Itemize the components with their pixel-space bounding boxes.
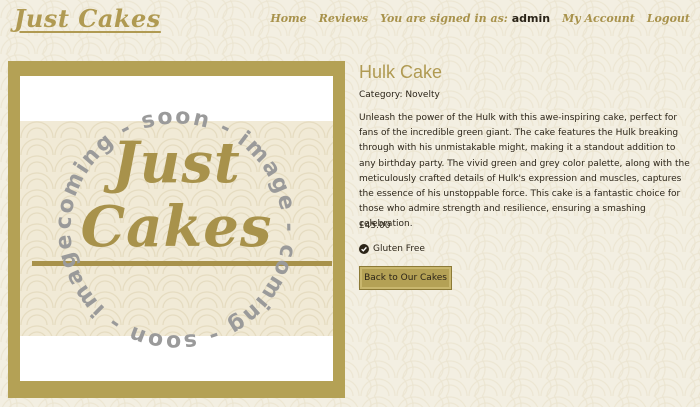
product-price: £45.00 [359,221,391,231]
signed-in-label: You are signed in as: [380,12,508,25]
product-title: Hulk Cake [359,62,443,82]
product-image: Just Cakes coming - soon - image - comin… [8,61,345,398]
nav-home-link[interactable]: Home [270,12,306,25]
signed-in-username: admin [511,12,551,25]
nav-logout-link[interactable]: Logout [647,12,690,25]
nav-reviews-link[interactable]: Reviews [319,12,368,25]
dietary-label: Gluten Free [373,244,425,254]
stamp-text: coming - soon - image - coming - soon - … [8,61,300,355]
dietary-badge: Gluten Free [359,244,425,254]
coming-soon-stamp: coming - soon - image - coming - soon - … [8,61,302,355]
product-category: Category: Novelty [359,90,440,100]
signed-in-status: You are signed in as: admin [380,12,550,25]
product-description: Unleash the power of the Hulk with this … [359,113,690,230]
back-to-cakes-button[interactable]: Back to Our Cakes [359,266,452,290]
site-logo[interactable]: Just Cakes [14,4,161,33]
nav-my-account-link[interactable]: My Account [562,12,635,25]
check-circle-icon [359,244,369,254]
main-nav: Home Reviews You are signed in as: admin… [270,12,690,25]
svg-text:coming - soon - image - coming: coming - soon - image - coming - soon - … [8,61,302,355]
